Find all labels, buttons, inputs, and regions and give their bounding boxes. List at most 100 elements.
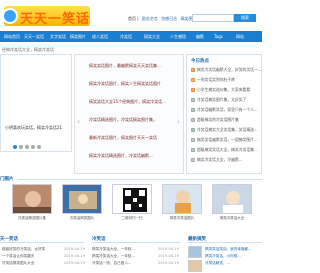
avatar[interactable] <box>188 246 202 258</box>
slider-dot-active[interactable] <box>13 145 17 149</box>
slider-dots <box>13 145 43 150</box>
top-link-diary[interactable]: 伤感日志 <box>161 16 177 21</box>
logo-text: 天天一笑话 <box>20 12 91 27</box>
thumb-caption[interactable]: 搞笑冷笑话大全 <box>212 216 252 221</box>
hot-item[interactable]: 6 超级搞笑的冷笑话图片集 <box>191 117 239 123</box>
search-button[interactable]: 搜索 <box>234 14 256 22</box>
hot-item-text: 小学生搞笑造句集，大家来看看 <box>197 87 251 92</box>
thumb-caption[interactable]: 搞笑冷笑话图片 <box>162 216 202 221</box>
item-date: 2019-04-19 <box>158 254 179 258</box>
list-item[interactable]: 搞笑冷笑话大全，一年轻... <box>92 253 135 260</box>
nav-item-site[interactable]: 网站 <box>236 31 244 42</box>
nav-item-collection[interactable]: 搞笑大全 <box>144 31 160 42</box>
thumb-picture-1 <box>13 185 51 213</box>
col1-dates: 2019-04-19 2019-04-19 2019-04-19 <box>64 246 85 267</box>
hot-item[interactable]: 5 冷笑话幽默笑话，家里只有一个人... <box>191 107 258 113</box>
nav-item-home[interactable]: 网站首页 <box>4 31 20 42</box>
slider-dot[interactable] <box>37 145 41 149</box>
rank-badge: 7 <box>191 128 195 132</box>
hot-item-text: 超级搞笑的冷笑话图片集 <box>197 117 239 122</box>
nav-item-humor[interactable]: 幽默 <box>196 31 204 42</box>
search-input[interactable] <box>192 14 234 22</box>
site-logo[interactable]: 天天一笑话 <box>2 6 91 27</box>
nav-item-funny-pics[interactable]: 搞笑图片 <box>70 31 86 42</box>
section-divider <box>18 179 262 180</box>
hot-item[interactable]: 4 冷笑话搞笑图片集，太好笑了 <box>191 97 246 103</box>
item-date: 2019-04-19 <box>158 247 179 251</box>
slider-item[interactable]: 搞笑笑话大全15个经典图片，搞笑冷笑话... <box>89 99 166 105</box>
smiley-face-icon <box>2 8 18 24</box>
list-item[interactable]: 超级好笑的冷笑话，太好笑 <box>2 246 45 253</box>
list-item[interactable]: 搞笑冷笑话大全，一年轻... <box>92 246 135 253</box>
rank-badge: 9 <box>191 148 195 152</box>
nav-item-adult-jokes[interactable]: 成人笑话 <box>92 31 108 42</box>
top-link-home[interactable]: 首页 | <box>128 16 139 21</box>
hot-today-title: 今日热点 <box>191 59 209 64</box>
rank-badge: 6 <box>191 118 195 122</box>
site-header: 天天一笑话 首页 | 励志名言 伤感日志 搞笑图片 搜索 <box>0 0 262 30</box>
hot-item[interactable]: 9 超级搞笑笑话大全，搞笑冷笑话集... <box>191 147 258 153</box>
rank-badge: 1 <box>191 68 195 72</box>
hot-item-text: 超级搞笑笑话大全，搞笑冷笑话集... <box>197 147 258 152</box>
top-link-quotes[interactable]: 励志名言 <box>142 16 158 21</box>
slider-dot[interactable] <box>19 145 23 149</box>
thumb-caption[interactable]: 二维码扫一扫 <box>112 216 152 221</box>
nav-item-life[interactable]: 人生感悟 <box>170 31 186 42</box>
thumb-picture-4 <box>163 185 201 213</box>
nav-item-jokes[interactable]: 天天一笑话 <box>24 31 44 42</box>
thumb-image[interactable] <box>62 184 102 214</box>
qr-code-icon <box>113 185 151 213</box>
col2-list: 搞笑冷笑话大全，一年轻... 搞笑冷笑话大全，一年轻... 冷笑话一则，自己做人… <box>92 246 135 267</box>
section-divider <box>0 242 84 243</box>
slider-prev-arrow[interactable]: ‹ <box>77 117 80 126</box>
slider-item[interactable]: 搞笑冷笑话图片，搞笑人生搞笑笑话图片 <box>89 81 161 87</box>
slider-next-arrow[interactable]: › <box>177 117 180 126</box>
slider-item[interactable]: 冷笑话精选图片，冷笑话搞笑图片集。 <box>89 117 157 123</box>
hot-item[interactable]: 2 一则笑话笑到你肚子疼 <box>191 77 235 83</box>
list-item[interactable]: 冷笑话搞笑图片大全 <box>2 260 45 267</box>
col1-list: 超级好笑的冷笑话，太好笑 一个笑话让你笑翻天 冷笑话搞笑图片大全 <box>2 246 45 267</box>
hot-item[interactable]: 10 搞笑冷笑话大全，冷幽默... <box>191 157 242 163</box>
slider-dot[interactable] <box>25 145 29 149</box>
item-date: 2019-04-19 <box>64 247 85 251</box>
list-item[interactable]: 冷笑话精选，... <box>205 260 252 267</box>
main-nav: 网站首页 天天一笑话 文字笑话 搞笑图片 成人笑话 冷笑话 搞笑大全 人生感悟 … <box>0 31 262 42</box>
col3-list: 搞笑笑话笑话，我的幸福都... 搞笑冷笑话，小时候... 冷笑话精选，... <box>205 246 252 267</box>
top-links: 首页 | 励志名言 伤感日志 搞笑图片 <box>128 16 196 22</box>
breadcrumb: 经典冷笑话大全，搞笑冷笑话 <box>2 47 54 52</box>
hot-item[interactable]: 7 冷笑话搞笑大全笑话集，笑话精选... <box>191 127 258 133</box>
thumb-caption[interactable]: 冷笑话精选图片集 <box>12 216 52 221</box>
joke-slider: 搞笑笑话图片，最幽默搞笑天天笑话集... 搞笑冷笑话图片，搞笑人生搞笑笑话图片 … <box>74 54 184 174</box>
item-date: 2019-04-19 <box>64 254 85 258</box>
slider-item[interactable]: 搞笑冷笑话精选图片，冷笑话幽默... <box>89 153 153 159</box>
hot-item-text: 冷笑话搞笑大全笑话集，笑话精选... <box>197 127 258 132</box>
nav-item-cold-jokes[interactable]: 冷笑话 <box>120 31 132 42</box>
left-panel: 小明喜欢玩笑话，搞笑冷笑话21 <box>0 54 72 152</box>
thumb-image[interactable] <box>162 184 202 214</box>
slider-dot[interactable] <box>31 145 35 149</box>
hot-today-panel: 今日热点 1 搞笑冷笑话幽默大全，好笑的笑话一... 2 一则笑话笑到你肚子疼 3小… <box>186 54 262 174</box>
hot-item-text: 搞笑笑话幽默笑话，一组搞笑图片... <box>197 137 258 142</box>
nav-item-text-jokes[interactable]: 文字笑话 <box>50 31 66 42</box>
hot-item[interactable]: 8 搞笑笑话幽默笑话，一组搞笑图片... <box>191 137 258 143</box>
thumb-image[interactable] <box>112 184 152 214</box>
list-item[interactable]: 冷笑话一则，自己做人... <box>92 260 135 267</box>
slider-item[interactable]: 搞笑笑话图片，最幽默搞笑天天笑话集... <box>89 63 161 69</box>
list-item[interactable]: 一个笑话让你笑翻天 <box>2 253 45 260</box>
slider-item[interactable]: 最新冷笑话图片，搞笑图片天天一笑话 <box>89 135 157 141</box>
rank-badge: 10 <box>191 158 195 162</box>
thumb-image[interactable] <box>212 184 252 214</box>
thumb-image[interactable] <box>12 184 52 214</box>
thumb-caption[interactable]: 冷笑话搞笑图片 <box>62 216 102 221</box>
hot-item[interactable]: 3 小学生搞笑造句集，大家来看看 <box>191 87 250 93</box>
nav-item-tags[interactable]: Tags <box>214 31 223 42</box>
list-item[interactable]: 搞笑笑话笑话，我的幸福都... <box>205 246 252 253</box>
hot-item[interactable]: 1 搞笑冷笑话幽默大全，好笑的笑话一... <box>191 67 261 73</box>
avatar[interactable] <box>188 260 202 272</box>
section-divider <box>92 242 180 243</box>
hot-item-text: 搞笑冷笑话大全，冷幽默... <box>197 157 243 162</box>
rank-badge: 4 <box>191 98 195 102</box>
left-caption[interactable]: 小明喜欢玩笑话，搞笑冷笑话21 <box>5 125 62 131</box>
thumb-picture-5 <box>213 185 251 213</box>
list-item[interactable]: 搞笑冷笑话，小时候... <box>205 253 252 260</box>
